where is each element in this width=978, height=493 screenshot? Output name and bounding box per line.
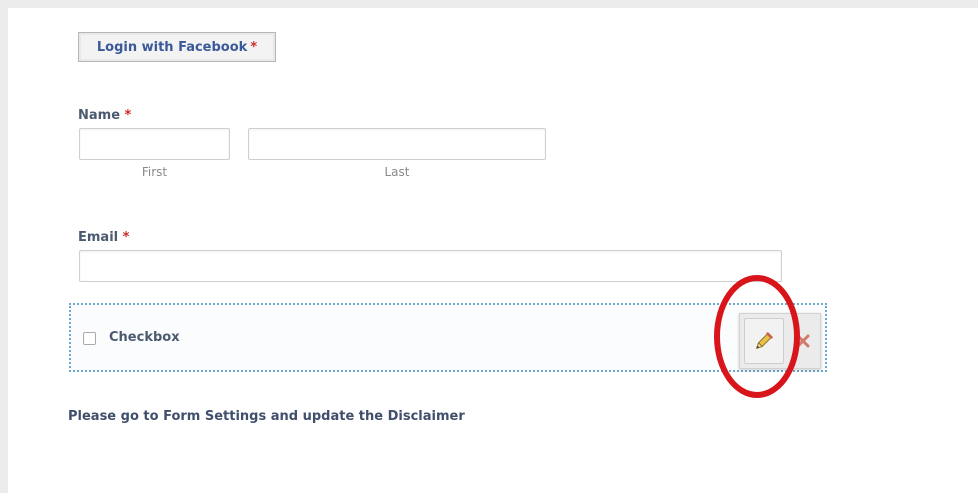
email-input[interactable]: [79, 250, 782, 282]
last-name-input[interactable]: [248, 128, 546, 160]
name-label-text: Name: [78, 108, 121, 123]
email-field-label: Email *: [78, 230, 129, 245]
last-name-sublabel: Last: [384, 165, 410, 179]
close-icon: [796, 334, 810, 348]
email-required-marker: *: [122, 230, 130, 245]
email-label-text: Email: [78, 230, 119, 245]
checkbox-label: Checkbox: [109, 330, 180, 345]
name-field-label: Name *: [78, 108, 131, 123]
pencil-icon: [756, 332, 773, 349]
disclaimer-link[interactable]: Please go to Form Settings and update th…: [68, 409, 465, 424]
checkbox-field-row[interactable]: Checkbox: [69, 303, 827, 372]
facebook-login-button[interactable]: Login with Facebook *: [78, 32, 276, 62]
delete-field-button[interactable]: [788, 318, 818, 364]
facebook-login-label: Login with Facebook: [96, 39, 248, 55]
name-required-marker: *: [124, 108, 132, 123]
checkbox-input[interactable]: [83, 332, 96, 345]
first-name-input[interactable]: [79, 128, 230, 160]
edit-field-button[interactable]: [744, 318, 784, 364]
first-name-sublabel: First: [141, 165, 168, 179]
facebook-required-marker: *: [250, 39, 258, 55]
